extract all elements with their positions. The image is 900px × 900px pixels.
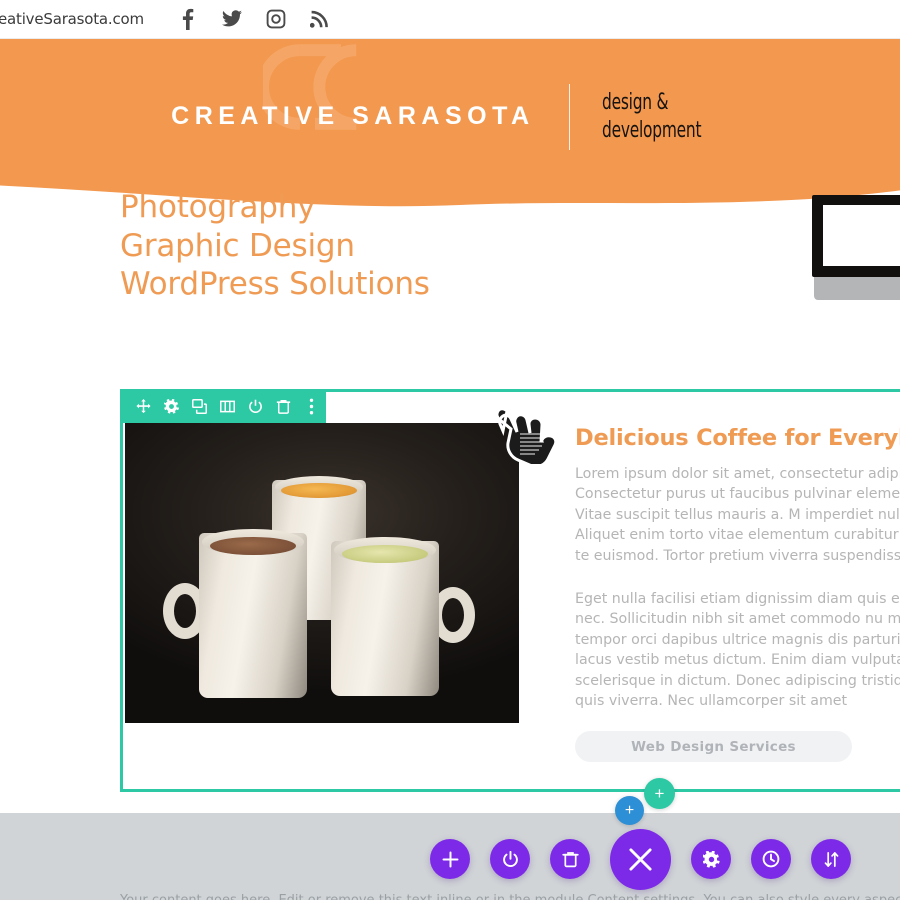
- rss-icon[interactable]: [298, 4, 342, 34]
- history-clock-icon[interactable]: [751, 839, 791, 879]
- duplicate-icon[interactable]: [185, 389, 213, 423]
- divi-builder-toolbar: [430, 828, 900, 890]
- button-wrapper: Web Design Services: [575, 731, 900, 763]
- trash-icon[interactable]: [269, 389, 297, 423]
- twitter-icon[interactable]: [210, 4, 254, 34]
- social-links: [166, 4, 342, 34]
- wireframe-power-icon[interactable]: [490, 839, 530, 879]
- gear-icon[interactable]: [691, 839, 731, 879]
- column-left[interactable]: [123, 423, 519, 789]
- module-paragraph-1[interactable]: Lorem ipsum dolor sit amet, consectetur …: [575, 464, 900, 566]
- footer-placeholder-text[interactable]: Your content goes here. Edit or remove t…: [120, 893, 900, 900]
- add-icon[interactable]: [430, 839, 470, 879]
- close-icon[interactable]: [610, 828, 671, 890]
- mug-left: [163, 529, 307, 698]
- hero-line-photography: Photography: [120, 189, 316, 225]
- module-heading[interactable]: Delicious Coffee for Everybo: [575, 425, 900, 451]
- columns-icon[interactable]: [213, 389, 241, 423]
- responsive-arrows-icon[interactable]: [811, 839, 851, 879]
- monitor-base: [814, 277, 900, 300]
- hero-line-graphic-design: Graphic Design: [120, 227, 355, 264]
- mug-right: [331, 537, 475, 696]
- builder-row[interactable]: Delicious Coffee for Everybo Lorem ipsum…: [120, 389, 900, 792]
- web-design-services-button[interactable]: Web Design Services: [575, 731, 852, 763]
- module-paragraph-2[interactable]: Eget nulla facilisi etiam dignissim diam…: [575, 589, 900, 711]
- hero-line-wordpress-solutions: WordPress Solutions: [120, 266, 430, 302]
- monitor-screen: [812, 195, 900, 277]
- add-row-button[interactable]: +: [644, 778, 675, 809]
- coffee-image-module[interactable]: [125, 423, 519, 723]
- row-toolbar: [120, 389, 326, 423]
- move-icon[interactable]: [129, 389, 157, 423]
- header-shape: [0, 39, 900, 207]
- power-icon[interactable]: [241, 389, 269, 423]
- more-options-icon[interactable]: [297, 389, 325, 423]
- gear-icon[interactable]: [157, 389, 185, 423]
- instagram-icon[interactable]: [254, 4, 298, 34]
- trash-icon[interactable]: [550, 839, 590, 879]
- facebook-icon[interactable]: [166, 4, 210, 34]
- top-utility-bar: eativeSarasota.com: [0, 0, 900, 39]
- site-header: [0, 39, 900, 209]
- monitor-illustration: [812, 195, 900, 300]
- hero-headline-block: Photography Graphic Design WordPress Sol…: [120, 188, 740, 304]
- site-url-label[interactable]: eativeSarasota.com: [0, 10, 144, 28]
- add-section-button[interactable]: +: [615, 796, 644, 825]
- column-right[interactable]: Delicious Coffee for Everybo Lorem ipsum…: [519, 423, 900, 789]
